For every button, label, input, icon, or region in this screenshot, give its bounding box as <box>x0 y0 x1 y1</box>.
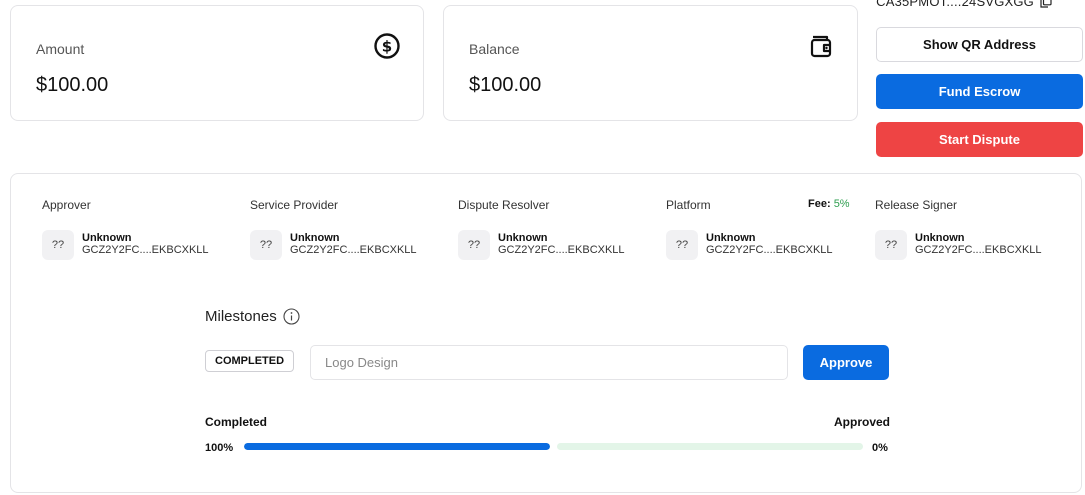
fund-escrow-button[interactable]: Fund Escrow <box>876 74 1083 109</box>
fee-value: 5% <box>833 198 850 210</box>
role-person: ?? Unknown GCZ2Y2FC....EKBCXKLL <box>875 230 1042 260</box>
copy-icon[interactable] <box>1040 0 1052 8</box>
person-address: GCZ2Y2FC....EKBCXKLL <box>498 244 625 256</box>
role-approver: Approver ?? Unknown GCZ2Y2FC....EKBCXKLL <box>42 198 242 260</box>
completed-progress-bar <box>244 443 550 450</box>
milestones-heading: Milestones <box>205 308 300 325</box>
role-title: Service Provider <box>250 198 339 212</box>
wallet-address-text: CA35PMOT....24SVGXGG <box>876 0 1034 9</box>
role-title: Approver <box>42 198 91 212</box>
show-qr-address-button[interactable]: Show QR Address <box>876 27 1083 62</box>
completed-percent: 100% <box>205 442 234 454</box>
dollar-circle-icon: $ <box>374 33 400 59</box>
person-name: Unknown <box>915 232 965 244</box>
person-address: GCZ2Y2FC....EKBCXKLL <box>82 244 209 256</box>
avatar: ?? <box>458 230 490 260</box>
fee-label: Fee: <box>808 198 831 210</box>
approved-label: Approved <box>834 415 891 429</box>
milestones-title: Milestones <box>205 308 277 325</box>
role-service-provider: Service Provider ?? Unknown GCZ2Y2FC....… <box>250 198 450 260</box>
milestone-status-badge: COMPLETED <box>205 350 295 372</box>
balance-value: $100.00 <box>469 74 542 96</box>
platform-fee: Fee: 5% <box>808 198 850 210</box>
approve-milestone-button[interactable]: Approve <box>803 345 889 380</box>
person-name: Unknown <box>706 232 756 244</box>
avatar: ?? <box>666 230 698 260</box>
amount-value: $100.00 <box>36 74 109 96</box>
svg-text:$: $ <box>382 38 392 56</box>
milestone-description-field[interactable]: Logo Design <box>310 345 788 380</box>
avatar: ?? <box>250 230 282 260</box>
start-dispute-button[interactable]: Start Dispute <box>876 122 1083 157</box>
role-release-signer: Release Signer ?? Unknown GCZ2Y2FC....EK… <box>875 198 1075 260</box>
role-platform: Platform Fee: 5% ?? Unknown GCZ2Y2FC....… <box>666 198 866 260</box>
person-address: GCZ2Y2FC....EKBCXKLL <box>290 244 417 256</box>
avatar: ?? <box>875 230 907 260</box>
amount-card: Amount $100.00 $ <box>10 5 424 121</box>
balance-card: Balance $100.00 <box>443 5 858 121</box>
role-title: Dispute Resolver <box>458 198 550 212</box>
wallet-address[interactable]: CA35PMOT....24SVGXGG <box>876 0 1052 9</box>
info-icon[interactable] <box>283 308 300 325</box>
person-name: Unknown <box>290 232 340 244</box>
role-person: ?? Unknown GCZ2Y2FC....EKBCXKLL <box>250 230 417 260</box>
amount-label: Amount <box>36 41 85 57</box>
escrow-details-card: Approver ?? Unknown GCZ2Y2FC....EKBCXKLL… <box>10 173 1082 493</box>
role-dispute-resolver: Dispute Resolver ?? Unknown GCZ2Y2FC....… <box>458 198 658 260</box>
approved-percent: 0% <box>872 442 888 454</box>
person-address: GCZ2Y2FC....EKBCXKLL <box>915 244 1042 256</box>
role-title: Release Signer <box>875 198 958 212</box>
completed-progress-fill <box>244 443 550 450</box>
approved-progress-bar <box>557 443 863 450</box>
wallet-icon <box>810 35 832 58</box>
person-name: Unknown <box>82 232 132 244</box>
role-person: ?? Unknown GCZ2Y2FC....EKBCXKLL <box>42 230 209 260</box>
avatar: ?? <box>42 230 74 260</box>
person-name: Unknown <box>498 232 548 244</box>
person-address: GCZ2Y2FC....EKBCXKLL <box>706 244 833 256</box>
role-person: ?? Unknown GCZ2Y2FC....EKBCXKLL <box>458 230 625 260</box>
role-person: ?? Unknown GCZ2Y2FC....EKBCXKLL <box>666 230 833 260</box>
balance-label: Balance <box>469 41 520 57</box>
completed-label: Completed <box>205 415 268 429</box>
